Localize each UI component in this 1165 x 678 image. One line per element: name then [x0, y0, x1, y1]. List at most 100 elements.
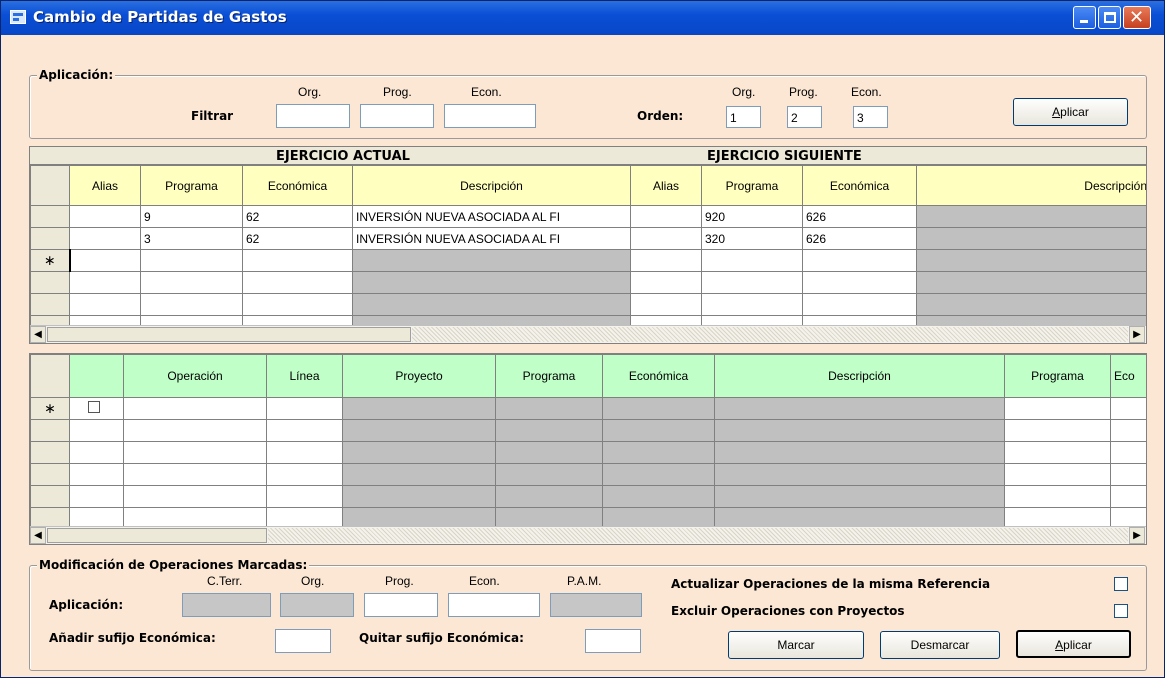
new-row[interactable]: ∗ [30, 397, 1146, 420]
new-row-cell [916, 249, 1146, 272]
cell-alias-actual[interactable] [69, 205, 141, 228]
mod-econ-input[interactable] [448, 593, 540, 617]
cell-programa-actual[interactable]: 3 [140, 227, 243, 250]
filter-prog-input[interactable] [360, 104, 434, 128]
col-linea[interactable]: Línea [266, 354, 343, 398]
actualizar-checkbox[interactable] [1114, 577, 1128, 591]
col-descripcion-actual[interactable]: Descripción [352, 165, 631, 206]
excluir-checkbox[interactable] [1114, 604, 1128, 618]
partidas-header-row: Alias Programa Económica Descripción Ali… [30, 165, 1146, 206]
new-row-cell[interactable] [630, 249, 702, 272]
filter-org-input[interactable] [276, 104, 350, 128]
col-eco[interactable]: Eco [1110, 354, 1146, 398]
cell[interactable] [266, 397, 343, 420]
cell-economica-siguiente[interactable]: 626 [802, 227, 917, 250]
cell[interactable] [123, 397, 267, 420]
new-row-cell[interactable] [140, 249, 243, 272]
cell-programa-siguiente[interactable]: 320 [701, 227, 803, 250]
aplicar-filter-button[interactable]: Aplicar [1013, 98, 1128, 126]
bottom-grid-hscrollbar[interactable]: ◀ ▶ [30, 526, 1146, 544]
empty-cell [602, 463, 715, 486]
filter-econ-header: Econ. [471, 85, 502, 99]
minimize-button[interactable] [1073, 6, 1096, 29]
cell-programa-siguiente[interactable]: 920 [701, 205, 803, 228]
partidas-grid[interactable]: EJERCICIO ACTUAL EJERCICIO SIGUIENTE Ali… [29, 146, 1147, 344]
anadir-sufijo-label: Añadir sufijo Económica: [49, 631, 216, 645]
new-row-cell[interactable] [242, 249, 353, 272]
new-row-cell[interactable] [802, 249, 917, 272]
cell-economica-siguiente[interactable]: 626 [802, 205, 917, 228]
empty-row [30, 441, 1146, 464]
col-alias-siguiente[interactable]: Alias [630, 165, 702, 206]
col-descripcion-siguiente[interactable]: Descripción [916, 165, 1146, 206]
empty-cell [916, 293, 1146, 316]
table-row[interactable]: 3 62 INVERSIÓN NUEVA ASOCIADA AL FI 320 … [30, 227, 1146, 250]
empty-cell [242, 271, 353, 294]
new-row-marker: ∗ [30, 249, 70, 272]
cell-programa-actual[interactable]: 9 [140, 205, 243, 228]
empty-cell [602, 419, 715, 442]
cell [602, 397, 715, 420]
mod-prog-input[interactable] [364, 593, 438, 617]
scroll-track[interactable] [412, 327, 1128, 342]
operaciones-grid[interactable]: Operación Línea Proyecto Programa Económ… [29, 353, 1147, 545]
scroll-right-icon[interactable]: ▶ [1129, 326, 1145, 343]
table-row[interactable]: 9 62 INVERSIÓN NUEVA ASOCIADA AL FI 920 … [30, 205, 1146, 228]
empty-cell [342, 441, 496, 464]
col-programa-2[interactable]: Programa [1004, 354, 1111, 398]
col-proyecto[interactable]: Proyecto [342, 354, 496, 398]
anadir-sufijo-input[interactable] [275, 629, 331, 653]
check-cell[interactable] [69, 397, 124, 420]
scroll-left-icon[interactable]: ◀ [30, 326, 46, 343]
empty-cell [69, 293, 141, 316]
orden-econ-header: Econ. [851, 85, 882, 99]
orden-org-input[interactable]: 1 [726, 106, 761, 128]
cell-alias-siguiente[interactable] [630, 205, 702, 228]
new-row-cell[interactable] [68, 249, 141, 272]
scroll-track[interactable] [268, 528, 1128, 543]
row-checkbox[interactable] [88, 401, 100, 413]
new-row-cell[interactable] [701, 249, 803, 272]
col-alias-actual[interactable]: Alias [69, 165, 141, 206]
col-descripcion[interactable]: Descripción [714, 354, 1005, 398]
col-programa[interactable]: Programa [495, 354, 603, 398]
empty-row [30, 485, 1146, 508]
row-selector[interactable] [30, 205, 70, 228]
title-bar[interactable]: Cambio de Partidas de Gastos ✕ [1, 1, 1164, 35]
partidas-table: Alias Programa Económica Descripción Ali… [30, 165, 1146, 338]
operaciones-table: Operación Línea Proyecto Programa Económ… [30, 354, 1146, 530]
col-programa-siguiente[interactable]: Programa [701, 165, 803, 206]
col-economica-actual[interactable]: Económica [242, 165, 353, 206]
cell[interactable] [1004, 397, 1111, 420]
close-button[interactable]: ✕ [1123, 6, 1151, 29]
orden-econ-input[interactable]: 3 [853, 106, 888, 128]
cell-alias-siguiente[interactable] [630, 227, 702, 250]
empty-cell [916, 271, 1146, 294]
col-check[interactable] [69, 354, 124, 398]
desmarcar-button[interactable]: Desmarcar [880, 631, 1000, 659]
aplicar-modificacion-button[interactable]: Aplicar [1016, 630, 1131, 658]
col-economica[interactable]: Económica [602, 354, 715, 398]
filter-econ-input[interactable] [444, 104, 536, 128]
new-row[interactable]: ∗ [30, 249, 1146, 272]
maximize-button[interactable] [1098, 6, 1121, 29]
top-grid-hscrollbar[interactable]: ◀ ▶ [30, 325, 1146, 343]
cell-economica-actual[interactable]: 62 [242, 227, 353, 250]
cell-economica-actual[interactable]: 62 [242, 205, 353, 228]
orden-prog-input[interactable]: 2 [787, 106, 822, 128]
scroll-thumb[interactable] [47, 528, 267, 543]
empty-cell [630, 293, 702, 316]
col-programa-actual[interactable]: Programa [140, 165, 243, 206]
scroll-right-icon[interactable]: ▶ [1129, 527, 1145, 544]
marcar-button[interactable]: Marcar [728, 631, 864, 659]
quitar-sufijo-input[interactable] [585, 629, 641, 653]
scroll-left-icon[interactable]: ◀ [30, 527, 46, 544]
aplicar-label-rest: plicar [1063, 638, 1092, 652]
row-selector[interactable] [30, 227, 70, 250]
empty-cell [1004, 485, 1111, 508]
cell-alias-actual[interactable] [69, 227, 141, 250]
scroll-thumb[interactable] [47, 327, 411, 342]
col-economica-siguiente[interactable]: Económica [802, 165, 917, 206]
col-operacion[interactable]: Operación [123, 354, 267, 398]
cell[interactable] [1110, 397, 1146, 420]
